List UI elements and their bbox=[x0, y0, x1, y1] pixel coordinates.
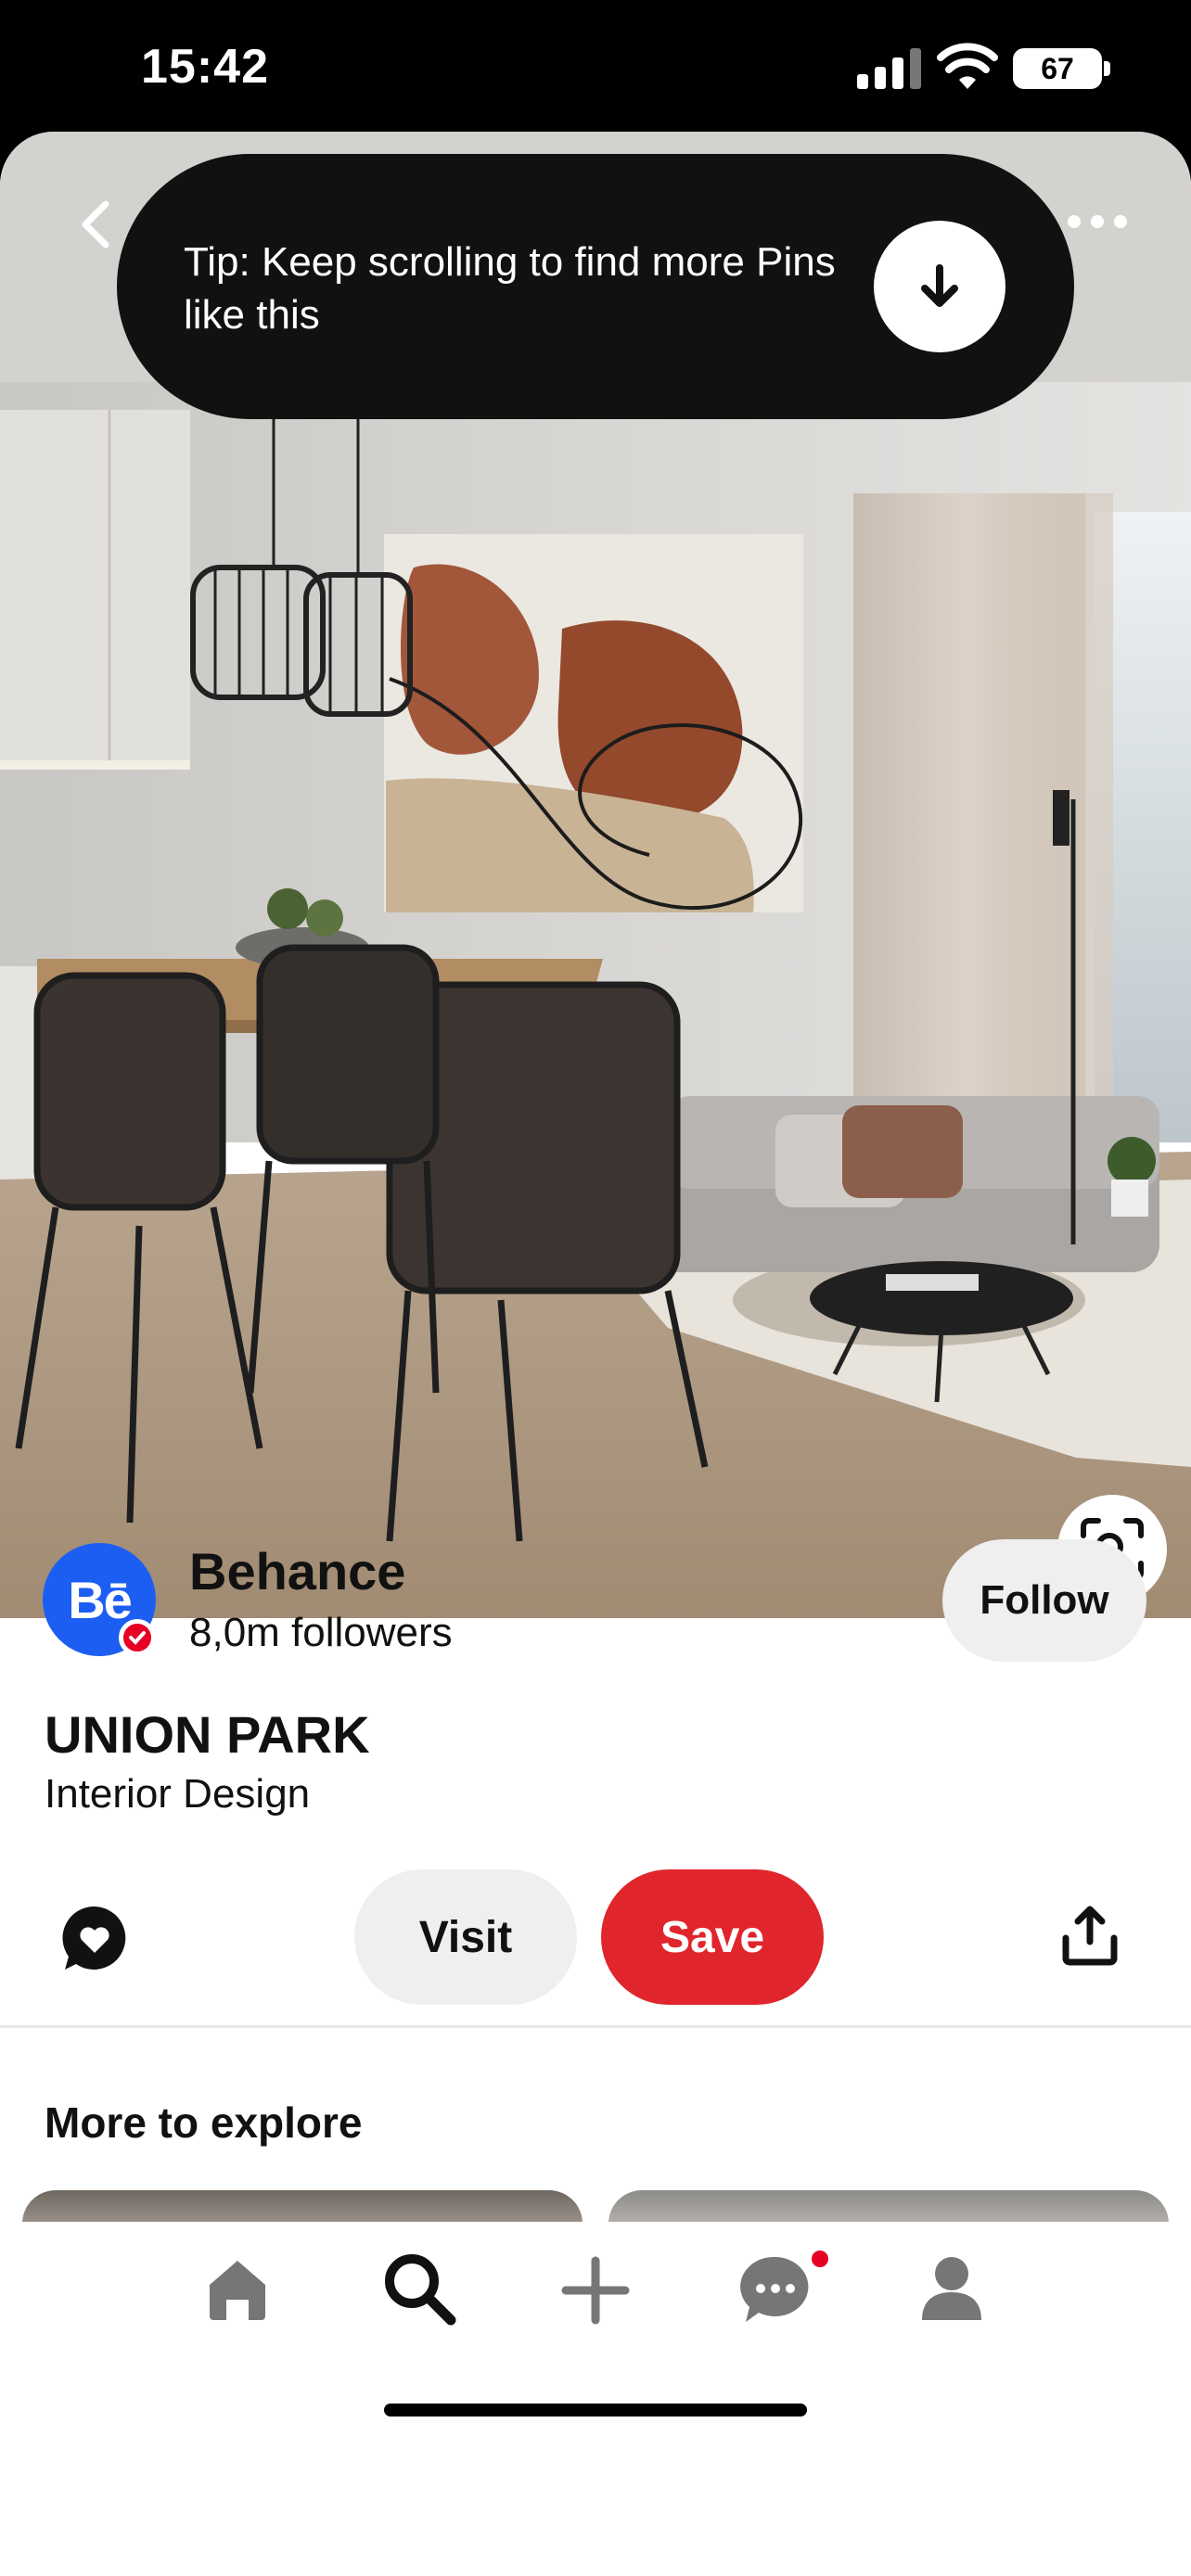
comment-heart-icon[interactable] bbox=[59, 1903, 130, 1973]
cellular-signal-icon bbox=[857, 48, 921, 89]
profile-icon[interactable] bbox=[918, 2253, 985, 2324]
pin-title: UNION PARK bbox=[45, 1705, 370, 1764]
verified-badge-icon bbox=[119, 1619, 156, 1656]
creator-name[interactable]: Behance bbox=[189, 1541, 405, 1601]
messages-icon[interactable] bbox=[738, 2253, 813, 2326]
notification-dot bbox=[809, 2248, 831, 2270]
back-arrow-icon[interactable] bbox=[70, 197, 126, 252]
battery-level: 67 bbox=[1041, 52, 1074, 85]
share-icon[interactable] bbox=[1061, 1905, 1119, 1966]
home-icon[interactable] bbox=[202, 2253, 273, 2324]
pin-subtitle: Interior Design bbox=[45, 1771, 311, 1817]
more-to-explore-heading: More to explore bbox=[45, 2098, 363, 2147]
creator-followers: 8,0m followers bbox=[189, 1610, 453, 1655]
visit-button[interactable]: Visit bbox=[354, 1869, 577, 2005]
status-time: 15:42 bbox=[141, 40, 269, 94]
create-plus-icon[interactable] bbox=[560, 2255, 631, 2326]
pin-image[interactable]: Tip: Keep scrolling to find more Pins li… bbox=[0, 132, 1191, 1618]
creator-row: Bē Behance 8,0m followers Follow bbox=[0, 1532, 1191, 1680]
search-icon[interactable] bbox=[380, 2250, 458, 2327]
scroll-tip-text: Tip: Keep scrolling to find more Pins li… bbox=[184, 239, 836, 338]
battery-cap bbox=[1104, 61, 1110, 76]
pin-actions: Visit Save bbox=[0, 1869, 1191, 2005]
arrow-down-icon bbox=[921, 264, 958, 307]
scroll-tip-button[interactable] bbox=[874, 221, 1005, 352]
more-options-icon[interactable] bbox=[1065, 208, 1130, 236]
divider bbox=[0, 2025, 1191, 2028]
follow-button[interactable]: Follow bbox=[942, 1539, 1146, 1662]
scroll-tip-banner[interactable]: Tip: Keep scrolling to find more Pins li… bbox=[117, 154, 1074, 419]
wifi-icon bbox=[937, 43, 998, 89]
save-button[interactable]: Save bbox=[601, 1869, 824, 2005]
home-indicator[interactable] bbox=[384, 2404, 807, 2417]
status-bar: 15:42 67 bbox=[0, 0, 1191, 132]
